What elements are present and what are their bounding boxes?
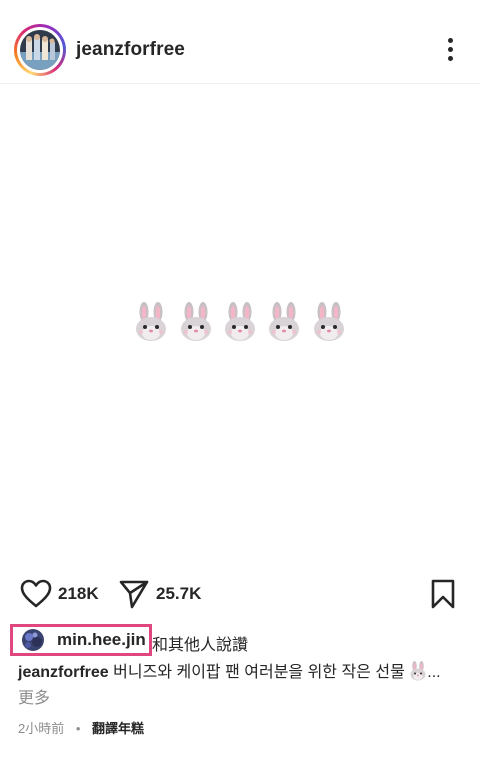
bunny-face-icon bbox=[269, 302, 300, 341]
post-action-bar: 218K 25.7K bbox=[0, 574, 480, 614]
bunny-face-icon bbox=[313, 302, 344, 341]
post-header: jeanzforfree bbox=[0, 0, 480, 84]
save-action bbox=[430, 574, 456, 614]
like-action: 218K bbox=[20, 574, 99, 614]
bookmark-icon[interactable] bbox=[430, 579, 456, 609]
liked-by-others-text[interactable]: 和其他人說讚 bbox=[152, 631, 248, 655]
caption-username[interactable]: jeanzforfree bbox=[18, 664, 109, 681]
bunny-face-icon bbox=[180, 302, 211, 341]
post-timestamp: 2小時前 bbox=[18, 721, 65, 736]
caption-ellipsis: ... bbox=[427, 664, 441, 681]
caption-more-link[interactable]: 更多 bbox=[18, 690, 50, 707]
caption-text: 버니즈와 케이팝 팬 여러분을 위한 작은 선물 bbox=[113, 664, 405, 681]
heart-icon[interactable] bbox=[20, 579, 52, 609]
send-icon[interactable] bbox=[118, 579, 150, 609]
post-image[interactable] bbox=[0, 84, 480, 564]
liker-username[interactable]: min.hee.jin bbox=[57, 630, 146, 650]
story-ring[interactable] bbox=[14, 24, 66, 76]
post-meta: 2小時前 • 翻譯年糕 bbox=[18, 718, 144, 737]
shares-count[interactable]: 25.7K bbox=[156, 584, 201, 604]
more-options-icon[interactable] bbox=[440, 36, 462, 64]
liker-avatar[interactable] bbox=[22, 629, 44, 651]
bunny-face-icon bbox=[136, 302, 167, 341]
translate-link[interactable]: 翻譯年糕 bbox=[92, 721, 144, 736]
post-author-username[interactable]: jeanzforfree bbox=[76, 39, 185, 61]
liked-by-row[interactable]: min.hee.jin 和其他人說讚 bbox=[10, 624, 470, 658]
bunny-face-icon bbox=[225, 302, 255, 341]
bunny-emoji-row bbox=[0, 302, 480, 342]
post-caption: jeanzforfree 버니즈와 케이팝 팬 여러분을 위한 작은 선물 ..… bbox=[18, 660, 458, 712]
meta-separator: • bbox=[75, 721, 81, 736]
bunny-face-icon bbox=[410, 661, 426, 681]
avatar[interactable] bbox=[20, 30, 60, 70]
share-action: 25.7K bbox=[118, 574, 201, 614]
likes-count[interactable]: 218K bbox=[58, 584, 99, 604]
